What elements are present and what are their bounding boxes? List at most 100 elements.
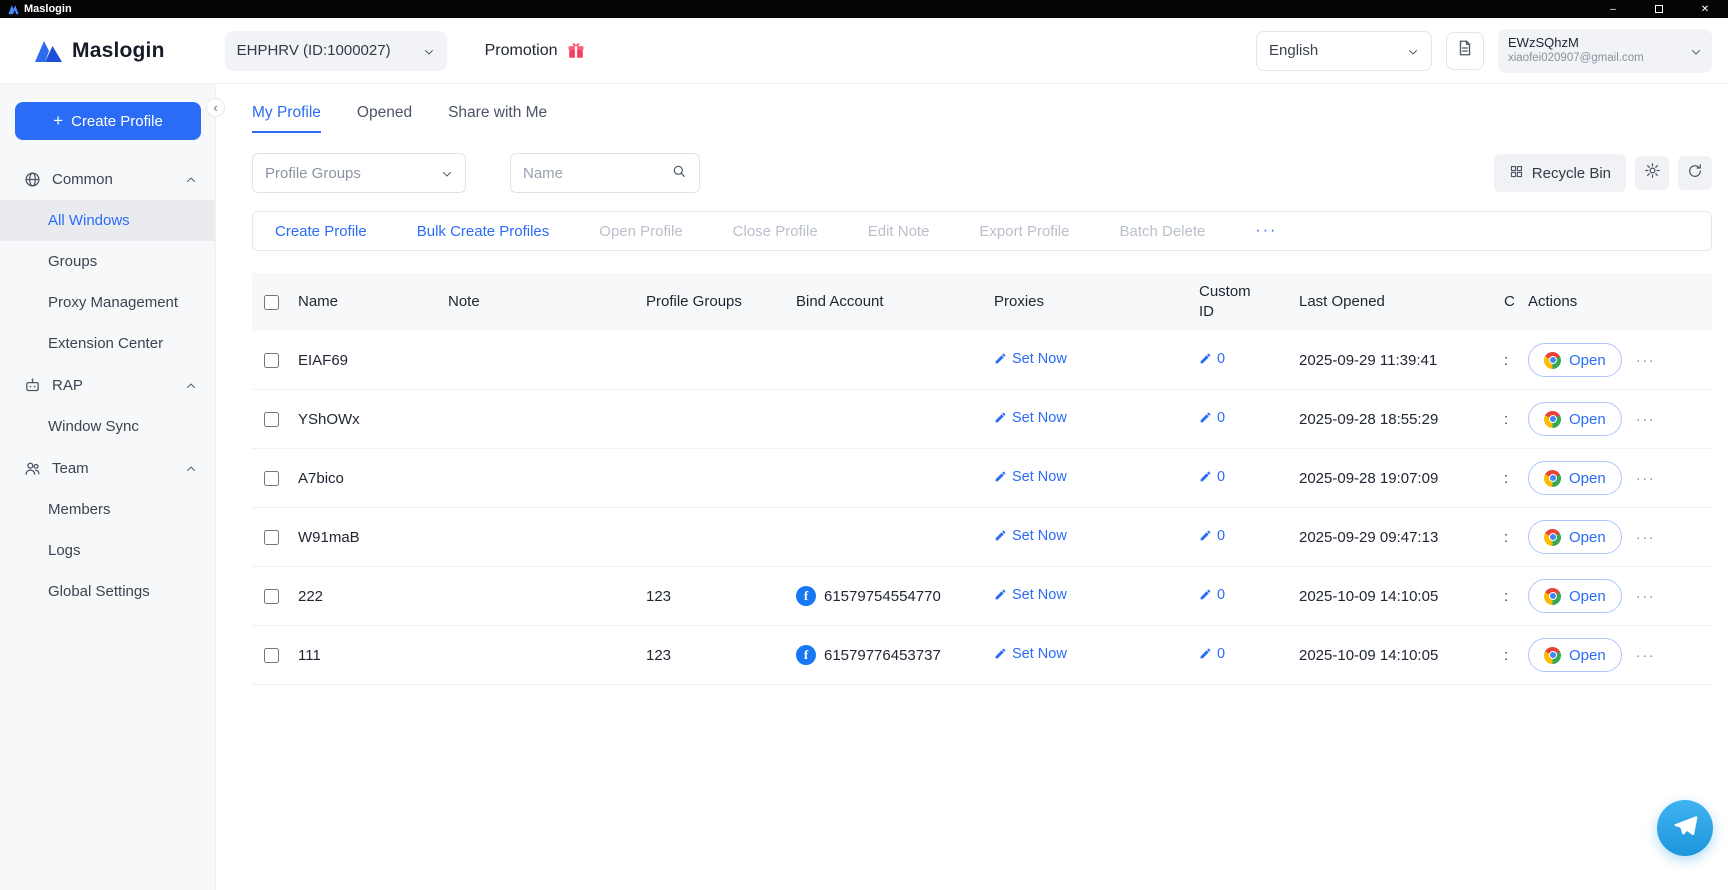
chevron-down-icon [441, 167, 453, 179]
row-checkbox[interactable] [264, 412, 279, 427]
table-row: A7bico f Set Now 0 2025-09-28 19:07:09 :… [252, 449, 1712, 508]
open-profile-button[interactable]: Open [1528, 461, 1622, 495]
chevron-down-icon [1407, 45, 1419, 57]
row-checkbox[interactable] [264, 353, 279, 368]
open-profile-action[interactable]: Open Profile [599, 223, 682, 240]
proxy-set-now-link[interactable]: Set Now [994, 646, 1067, 662]
row-checkbox[interactable] [264, 471, 279, 486]
chrome-icon [1544, 647, 1561, 664]
select-all-checkbox[interactable] [264, 295, 279, 310]
globe-icon [24, 171, 41, 188]
close-button[interactable]: ✕ [1682, 0, 1728, 18]
search-icon[interactable] [671, 163, 687, 184]
col-profile-groups: Profile Groups [646, 284, 796, 320]
row-checkbox[interactable] [264, 530, 279, 545]
custom-id-edit-link[interactable]: 0 [1199, 410, 1225, 426]
open-profile-button[interactable]: Open [1528, 520, 1622, 554]
custom-id-edit-link[interactable]: 0 [1199, 587, 1225, 603]
promotion-link[interactable]: Promotion [485, 42, 585, 60]
sidebar-section-common[interactable]: Common [0, 158, 215, 200]
profiles-table: Name Note Profile Groups Bind Account Pr… [252, 273, 1712, 685]
proxy-set-now-link[interactable]: Set Now [994, 469, 1067, 485]
chrome-icon [1544, 470, 1561, 487]
profile-groups-select[interactable]: Profile Groups [252, 153, 466, 193]
user-account-menu[interactable]: EWzSQhzM xiaofei020907@gmail.com [1498, 29, 1712, 73]
create-profile-button[interactable]: + Create Profile [15, 102, 201, 140]
row-checkbox[interactable] [264, 589, 279, 604]
open-profile-button[interactable]: Open [1528, 343, 1622, 377]
row-checkbox[interactable] [264, 648, 279, 663]
pencil-icon [994, 529, 1007, 542]
create-profile-action[interactable]: Create Profile [275, 223, 367, 240]
custom-id-value: 0 [1217, 528, 1225, 544]
sidebar-section-rap[interactable]: RAP [0, 364, 215, 406]
filter-row: Profile Groups Recycle Bin [252, 153, 1712, 193]
telegram-support-button[interactable] [1657, 800, 1713, 856]
proxy-set-now-link[interactable]: Set Now [994, 528, 1067, 544]
maximize-button[interactable] [1636, 0, 1682, 18]
sidebar-item-window-sync[interactable]: Window Sync [0, 406, 215, 447]
sidebar-item-extension-center[interactable]: Extension Center [0, 323, 215, 364]
settings-button[interactable] [1635, 156, 1669, 190]
row-more-button[interactable]: ··· [1636, 411, 1656, 428]
sidebar-section-team[interactable]: Team [0, 447, 215, 489]
brand-logo: Maslogin [34, 39, 165, 63]
refresh-icon [1687, 163, 1703, 184]
proxy-set-now-link[interactable]: Set Now [994, 587, 1067, 603]
sidebar-item-logs[interactable]: Logs [0, 530, 215, 571]
last-opened-value: 2025-09-29 11:39:41 [1299, 352, 1504, 369]
profile-name: 222 [298, 588, 448, 605]
open-profile-button[interactable]: Open [1528, 638, 1622, 672]
custom-id-edit-link[interactable]: 0 [1199, 469, 1225, 485]
sidebar-item-members[interactable]: Members [0, 489, 215, 530]
export-profile-action[interactable]: Export Profile [979, 223, 1069, 240]
sidebar-item-groups[interactable]: Groups [0, 241, 215, 282]
minimize-button[interactable]: – [1590, 0, 1636, 18]
col-name: Name [298, 284, 448, 320]
custom-id-edit-link[interactable]: 0 [1199, 351, 1225, 367]
sidebar-item-proxy-management[interactable]: Proxy Management [0, 282, 215, 323]
workspace-selector[interactable]: EHPHRV (ID:1000027) [225, 31, 447, 71]
close-profile-action[interactable]: Close Profile [733, 223, 818, 240]
chevron-up-icon [185, 173, 197, 185]
row-more-button[interactable]: ··· [1636, 352, 1656, 369]
pencil-icon [1199, 470, 1212, 483]
proxy-set-now-link[interactable]: Set Now [994, 410, 1067, 426]
row-more-button[interactable]: ··· [1636, 529, 1656, 546]
tab-opened[interactable]: Opened [357, 104, 412, 133]
recycle-bin-button[interactable]: Recycle Bin [1494, 154, 1626, 192]
docs-button[interactable] [1446, 32, 1484, 70]
sidebar-section-label: Team [52, 460, 89, 477]
sidebar-item-global-settings[interactable]: Global Settings [0, 571, 215, 612]
sidebar-item-all-windows[interactable]: All Windows [0, 200, 215, 241]
custom-id-edit-link[interactable]: 0 [1199, 646, 1225, 662]
sidebar-collapse-button[interactable]: ‹ [206, 98, 225, 117]
team-icon [24, 460, 41, 477]
tab-my-profile[interactable]: My Profile [252, 104, 321, 133]
table-row: YShOWx f Set Now 0 2025-09-28 18:55:29 :… [252, 390, 1712, 449]
bulk-create-profiles-action[interactable]: Bulk Create Profiles [417, 223, 550, 240]
promotion-label: Promotion [485, 42, 558, 60]
last-opened-value: 2025-09-28 19:07:09 [1299, 470, 1504, 487]
open-profile-button[interactable]: Open [1528, 402, 1622, 436]
row-more-button[interactable]: ··· [1636, 588, 1656, 605]
profile-tabs: My Profile Opened Share with Me [252, 84, 1712, 133]
row-more-button[interactable]: ··· [1636, 647, 1656, 664]
chrome-icon [1544, 529, 1561, 546]
tab-share-with-me[interactable]: Share with Me [448, 104, 547, 133]
custom-id-edit-link[interactable]: 0 [1199, 528, 1225, 544]
refresh-button[interactable] [1678, 156, 1712, 190]
proxy-set-now-link[interactable]: Set Now [994, 351, 1067, 367]
chrome-icon [1544, 411, 1561, 428]
batch-delete-action[interactable]: Batch Delete [1119, 223, 1205, 240]
chrome-icon [1544, 588, 1561, 605]
open-profile-button[interactable]: Open [1528, 579, 1622, 613]
name-search-box [510, 153, 700, 193]
rpa-icon [24, 377, 41, 394]
language-selector[interactable]: English [1256, 31, 1432, 71]
more-actions-button[interactable]: ··· [1255, 222, 1277, 240]
row-more-button[interactable]: ··· [1636, 470, 1656, 487]
table-row: 222 123 f 61579754554770 Set Now 0 2025-… [252, 567, 1712, 626]
name-search-input[interactable] [523, 165, 671, 182]
edit-note-action[interactable]: Edit Note [868, 223, 930, 240]
